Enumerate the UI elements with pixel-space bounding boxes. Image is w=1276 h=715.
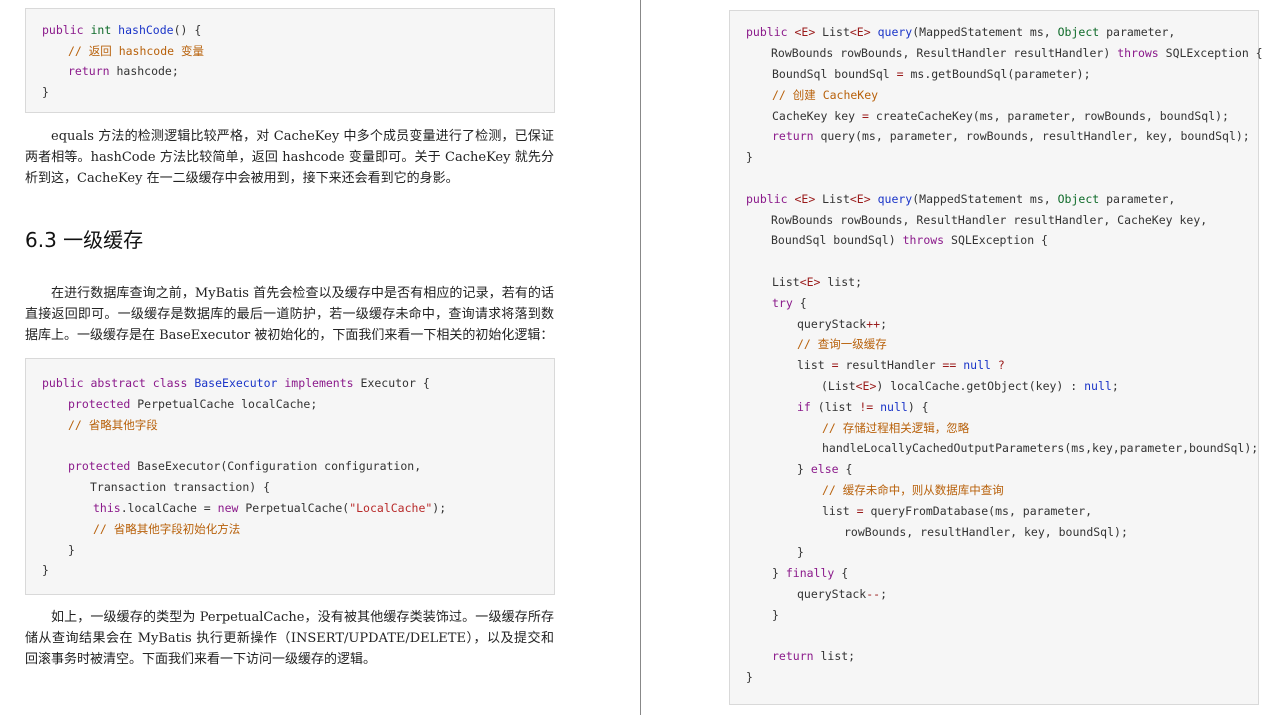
code-line: RowBounds rowBounds, ResultHandler resul… [771, 213, 1208, 227]
code-line: } [68, 543, 75, 557]
code-line: try { [772, 296, 807, 310]
code-block-hashcode: public int hashCode() { // 返回 hashcode 变… [25, 8, 555, 113]
code-line: public abstract class BaseExecutor imple… [42, 376, 430, 390]
code-line: BoundSql boundSql) throws SQLException { [771, 233, 1048, 247]
code-block-query: public <E> List<E> query(MappedStatement… [729, 10, 1263, 705]
code-line: } [746, 670, 753, 684]
code-line: CacheKey key = createCacheKey(ms, parame… [772, 109, 1229, 123]
code-comment: // 省略其他字段初始化方法 [93, 522, 241, 536]
code-line: } [42, 85, 49, 99]
code-line: BoundSql boundSql = ms.getBoundSql(param… [772, 67, 1091, 81]
code-line: list = queryFromDatabase(ms, parameter, [822, 504, 1093, 518]
page-divider [640, 0, 641, 715]
code-line: if (list != null) { [797, 400, 929, 414]
code-line: public int hashCode() { [42, 23, 202, 37]
section-heading: 6.3 一级缓存 [25, 228, 144, 252]
code-line: protected PerpetualCache localCache; [68, 397, 318, 411]
code-comment: // 缓存未命中，则从数据库中查询 [822, 483, 1004, 497]
paragraph-perpetual-cache: 如上，一级缓存的类型为 PerpetualCache，没有被其他缓存类装饰过。一… [25, 610, 554, 667]
code-line: } else { [797, 462, 853, 476]
code-line: (List<E>) localCache.getObject(key) : nu… [821, 379, 1119, 393]
code-line: } [42, 563, 49, 577]
code-line: RowBounds rowBounds, ResultHandler resul… [771, 46, 1263, 60]
code-line: queryStack--; [797, 587, 888, 601]
code-line: } finally { [772, 566, 849, 580]
code-line: queryStack++; [797, 317, 888, 331]
code-comment: // 省略其他字段 [68, 418, 158, 432]
code-line: public <E> List<E> query(MappedStatement… [746, 25, 1176, 39]
code-line: rowBounds, resultHandler, key, boundSql)… [844, 525, 1128, 539]
code-comment: // 存储过程相关逻辑，忽略 [822, 421, 970, 435]
paragraph-first-level-cache: 在进行数据库查询之前，MyBatis 首先会检查以及缓存中是否有相应的记录，若有… [25, 286, 554, 343]
code-line: handleLocallyCachedOutputParameters(ms,k… [822, 441, 1259, 455]
code-line: return query(ms, parameter, rowBounds, r… [772, 129, 1250, 143]
code-block-base-executor: public abstract class BaseExecutor imple… [25, 358, 555, 595]
paragraph-equals: equals 方法的检测逻辑比较严格，对 CacheKey 中多个成员变量进行了… [25, 129, 554, 186]
code-line: return hashcode; [68, 64, 179, 78]
code-line: protected BaseExecutor(Configuration con… [68, 459, 422, 473]
code-line: public <E> List<E> query(MappedStatement… [746, 192, 1176, 206]
code-line: List<E> list; [772, 275, 863, 289]
code-line: } [797, 545, 804, 559]
code-comment: // 返回 hashcode 变量 [68, 44, 205, 58]
code-line: } [746, 150, 753, 164]
code-comment: // 查询一级缓存 [797, 337, 887, 351]
code-line: this.localCache = new PerpetualCache("Lo… [93, 501, 447, 515]
code-line: return list; [772, 649, 856, 663]
code-line: } [772, 608, 779, 622]
code-comment: // 创建 CacheKey [772, 88, 879, 102]
code-line: list = resultHandler == null ? [797, 358, 1005, 372]
code-line: Transaction transaction) { [90, 480, 271, 494]
